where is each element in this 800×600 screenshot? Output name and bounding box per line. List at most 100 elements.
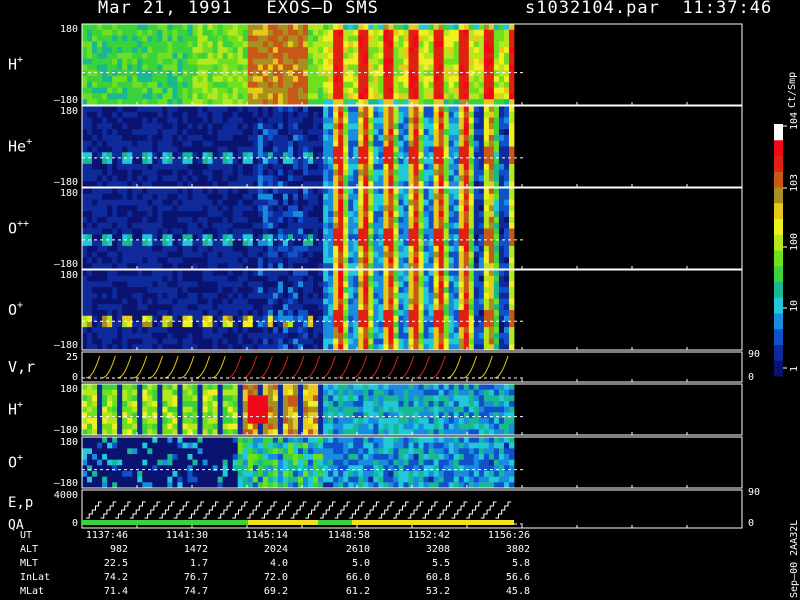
spectrogram-cell bbox=[172, 29, 178, 36]
spectrogram-cell bbox=[328, 29, 334, 36]
spectrogram-cell bbox=[328, 216, 334, 224]
spectrogram-cell bbox=[353, 321, 359, 328]
spectrogram-cell bbox=[413, 327, 419, 334]
spectrogram-cell bbox=[473, 52, 480, 60]
spectrogram-cell bbox=[207, 332, 214, 339]
spectrogram-cell bbox=[92, 140, 98, 147]
spectrogram-cell bbox=[272, 321, 279, 328]
spectrogram-cell bbox=[333, 70, 339, 77]
spectrogram-cell bbox=[172, 24, 178, 31]
spectrogram-cell bbox=[343, 222, 349, 229]
spectrogram-cell bbox=[353, 111, 359, 118]
spectrogram-cell bbox=[97, 24, 103, 31]
spectrogram-cell bbox=[323, 129, 329, 136]
spectrogram-cell bbox=[393, 81, 399, 89]
spectrogram-cell bbox=[237, 304, 244, 311]
spectrogram-cell bbox=[287, 228, 294, 235]
spectrogram-cell bbox=[122, 193, 128, 200]
spectrogram-cell bbox=[343, 205, 349, 212]
spectrogram-cell bbox=[197, 287, 203, 294]
spectrogram-cell bbox=[333, 111, 339, 118]
spectrogram-cell bbox=[287, 81, 294, 89]
spectrogram-cell bbox=[358, 64, 364, 71]
spectrogram-cell bbox=[97, 188, 103, 195]
spectrogram-cell bbox=[97, 338, 103, 345]
spectrogram-cell bbox=[222, 270, 229, 277]
spectrogram-cell bbox=[247, 35, 254, 42]
spectrogram-cell bbox=[498, 87, 505, 94]
spectrogram-cell bbox=[197, 87, 203, 94]
spectrogram-cell bbox=[498, 134, 505, 142]
spectrogram-cell bbox=[177, 344, 183, 351]
spectrogram-cell bbox=[308, 304, 314, 311]
spectrogram-cell bbox=[413, 81, 419, 89]
spectrogram-cell bbox=[418, 199, 424, 206]
spectrogram-cell bbox=[192, 111, 198, 118]
spectrogram-cell bbox=[242, 292, 249, 299]
spectrogram-cell bbox=[508, 117, 515, 124]
spectrogram-cell bbox=[398, 76, 404, 83]
spectrogram-cell bbox=[152, 216, 158, 224]
spectrogram-cell bbox=[428, 205, 435, 212]
spectrogram-cell bbox=[338, 292, 344, 299]
spectrogram-cell bbox=[137, 193, 143, 200]
spectrogram-cell bbox=[242, 338, 249, 345]
spectrogram-cell bbox=[483, 251, 490, 258]
spectrogram-cell bbox=[348, 129, 354, 136]
spectrogram-cell bbox=[343, 344, 349, 351]
spectrogram-cell bbox=[232, 158, 239, 165]
spectrogram-cell bbox=[508, 193, 515, 200]
spectrogram-cell bbox=[483, 24, 490, 31]
spectrogram-cell bbox=[107, 163, 113, 171]
spectrogram-cell bbox=[127, 117, 133, 124]
spectrogram-cell bbox=[443, 257, 450, 264]
spectrogram-cell bbox=[212, 188, 219, 195]
spectrogram-cell bbox=[328, 163, 334, 171]
spectrogram-cell bbox=[318, 99, 324, 106]
spectrogram-cell bbox=[182, 338, 188, 345]
spectrogram-cell bbox=[277, 251, 284, 258]
spectrogram-cell bbox=[117, 216, 123, 224]
spectrogram-cell bbox=[383, 106, 389, 113]
spectrogram-cell bbox=[303, 216, 309, 224]
spectrogram-cell bbox=[358, 245, 364, 253]
spectrogram-cell bbox=[323, 275, 329, 282]
spectrogram-cell bbox=[217, 304, 224, 311]
spectrogram-cell bbox=[308, 134, 314, 142]
spectrogram-cell bbox=[107, 29, 113, 36]
spectrogram-cell bbox=[413, 52, 419, 60]
spectrogram-cell bbox=[247, 158, 254, 165]
spectrogram-cell bbox=[97, 193, 103, 200]
spectrogram-cell bbox=[162, 281, 168, 288]
spectrogram-cell bbox=[222, 76, 229, 83]
spectrogram-cell bbox=[267, 106, 274, 113]
spectrogram-cell bbox=[192, 327, 198, 334]
spectrogram-cell bbox=[237, 205, 244, 212]
spectrogram-cell bbox=[378, 58, 384, 65]
spectrogram-cell bbox=[177, 332, 183, 339]
spectrogram-cell bbox=[172, 123, 178, 130]
spectrogram-cell bbox=[393, 211, 399, 218]
spectrogram-cell bbox=[82, 423, 88, 430]
spectrogram-cell bbox=[438, 117, 445, 124]
spectrogram-cell bbox=[473, 263, 480, 270]
spectrogram-cell bbox=[378, 281, 384, 288]
spectrogram-cell bbox=[277, 287, 284, 294]
spectrogram-cell bbox=[282, 146, 289, 153]
spectrogram-cell bbox=[237, 106, 244, 113]
spectrogram-cell bbox=[247, 304, 254, 311]
spectrogram-cell bbox=[292, 29, 299, 36]
spectrogram-cell bbox=[353, 298, 359, 305]
spectrogram-cell bbox=[117, 205, 123, 212]
spectrogram-cell bbox=[373, 216, 379, 224]
spectrogram-cell bbox=[97, 111, 103, 118]
spectrogram-cell bbox=[388, 158, 394, 165]
spectrogram-cell bbox=[282, 76, 289, 83]
spectrogram-cell bbox=[177, 270, 183, 277]
spectrogram-cell bbox=[378, 332, 384, 339]
spectrogram-cell bbox=[328, 146, 334, 153]
spectrogram-cell bbox=[142, 111, 148, 118]
spectrogram-cell bbox=[463, 327, 470, 334]
spectrogram-cell bbox=[272, 76, 279, 83]
spectrogram-cell bbox=[212, 205, 219, 212]
